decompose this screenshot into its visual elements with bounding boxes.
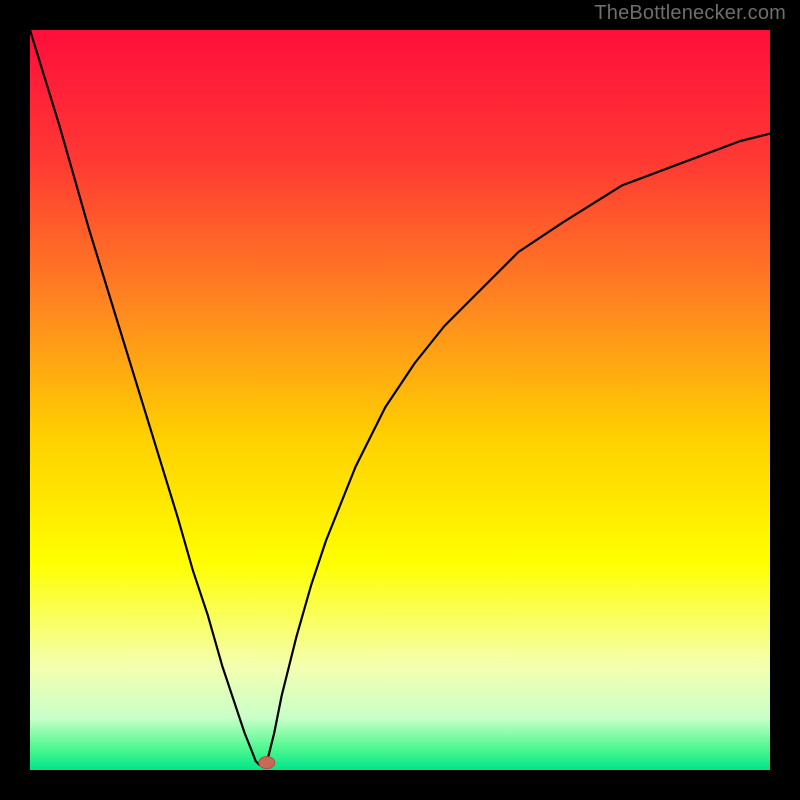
chart-svg <box>30 30 770 770</box>
plot-area <box>30 30 770 770</box>
watermark-text: TheBottlenecker.com <box>594 2 786 25</box>
chart-frame: TheBottlenecker.com <box>0 0 800 800</box>
optimal-point-marker <box>259 757 275 769</box>
